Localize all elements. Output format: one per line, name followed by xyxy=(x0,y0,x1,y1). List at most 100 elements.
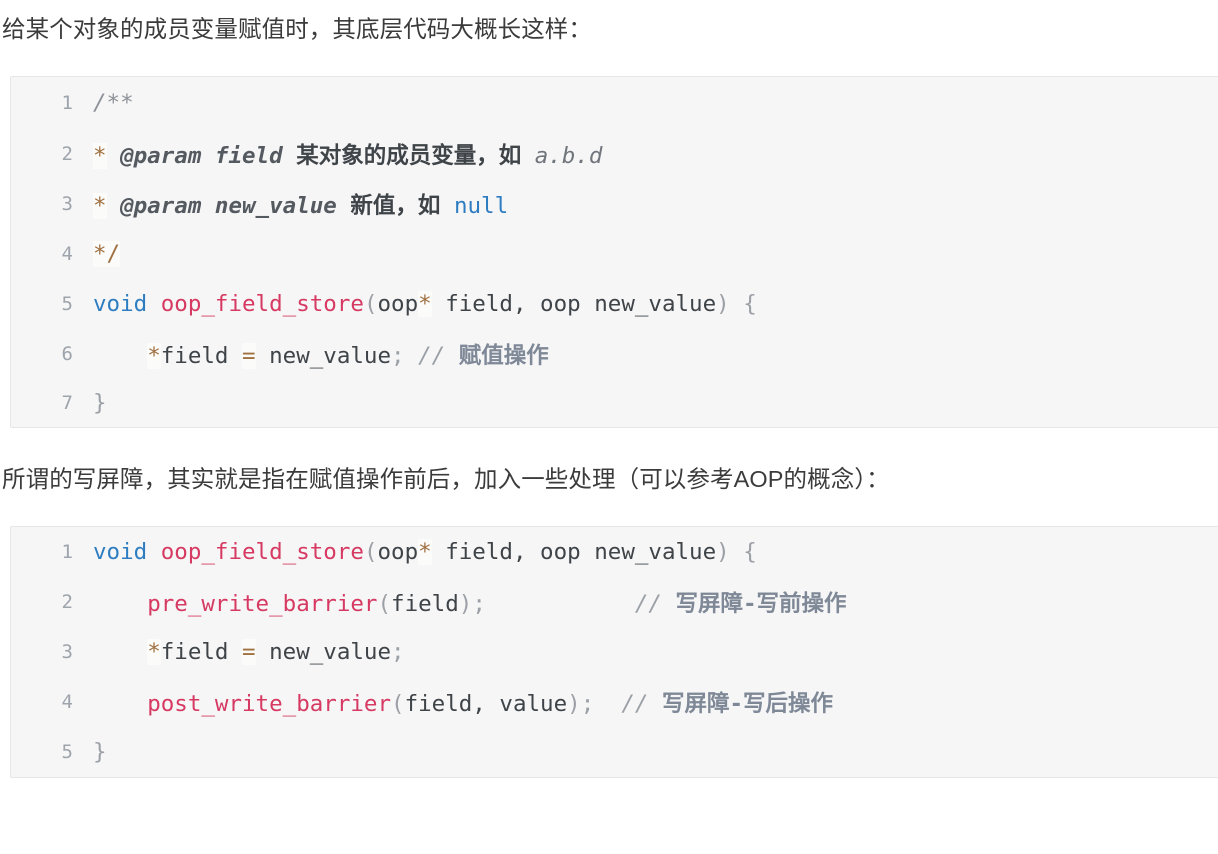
code-block-write-barrier[interactable]: 1 void oop_field_store(oop* field, oop n… xyxy=(10,526,1218,779)
code-line: 2 pre_write_barrier(field); // 写屏障-写前操作 xyxy=(11,577,1218,627)
token-paren-open: ( xyxy=(391,691,405,718)
line-number: 4 xyxy=(61,691,73,714)
line-number: 5 xyxy=(61,292,73,315)
token-paren-close: ) xyxy=(716,539,730,566)
code-content[interactable]: } xyxy=(93,379,1218,427)
token-type: oop xyxy=(377,539,419,566)
code-line: 3 * @param new_value 新值，如 null xyxy=(11,179,1218,229)
token-rhs-variable: new_value xyxy=(255,342,392,369)
token-comment-text: 写屏障-写前操作 xyxy=(675,591,847,618)
code-line: 3 *field = new_value; xyxy=(11,627,1218,677)
token-comment-text: 写屏障-写后操作 xyxy=(661,691,834,718)
token-rhs-variable: new_value xyxy=(255,639,392,666)
token-brace-open: { xyxy=(743,290,757,317)
line-number: 3 xyxy=(61,192,73,215)
token-comment-open: /** xyxy=(93,89,134,116)
token-function-name: oop_field_store xyxy=(160,290,364,317)
code-content[interactable]: */ xyxy=(93,229,1218,279)
code-content[interactable]: * @param new_value 新值，如 null xyxy=(93,179,1218,229)
line-number: 1 xyxy=(61,541,73,564)
token-comment-slashes: // xyxy=(621,691,662,718)
code-line: 7 } xyxy=(11,379,1218,427)
code-content[interactable]: *field = new_value; xyxy=(93,627,1218,677)
code-line: 4 post_write_barrier(field, value); // 写… xyxy=(11,677,1218,727)
token-paren-close: ) xyxy=(458,591,473,618)
code-content[interactable]: } xyxy=(93,727,1218,777)
token-deref-star: * xyxy=(147,639,161,666)
line-number: 2 xyxy=(61,142,73,165)
token-paren-open: ( xyxy=(363,290,378,317)
code-line: 1 void oop_field_store(oop* field, oop n… xyxy=(11,527,1218,577)
token-variable: field xyxy=(160,639,243,666)
token-brace-open: { xyxy=(743,539,757,566)
code-line: 4 */ xyxy=(11,229,1218,279)
line-number: 4 xyxy=(61,242,73,265)
code-line: 2 * @param field 某对象的成员变量，如 a.b.d xyxy=(11,129,1218,179)
paragraph-intro: 给某个对象的成员变量赋值时，其底层代码大概长这样： xyxy=(2,16,592,42)
token-comment-slashes: // xyxy=(404,342,459,369)
article-page: 给某个对象的成员变量赋值时，其底层代码大概长这样： 1 /** 2 * @par… xyxy=(0,14,1218,779)
token-semicolon: ; xyxy=(391,639,405,666)
token-doc-tag: @param field xyxy=(106,142,297,169)
code-content[interactable]: /** xyxy=(93,77,1218,129)
token-argument: field xyxy=(391,591,459,618)
token-function-call: pre_write_barrier xyxy=(147,591,378,618)
code-block-oop-field-store[interactable]: 1 /** 2 * @param field 某对象的成员变量，如 a.b.d … xyxy=(10,75,1218,428)
token-keyword-void: void xyxy=(93,539,148,566)
token-paren-open: ( xyxy=(363,539,378,566)
token-brace-close: } xyxy=(93,739,107,766)
line-number: 1 xyxy=(61,91,73,114)
token-function-name: oop_field_store xyxy=(160,539,364,566)
token-doc-star: * xyxy=(93,192,107,219)
code-content[interactable]: void oop_field_store(oop* field, oop new… xyxy=(93,527,1218,577)
code-line: 1 /** xyxy=(11,77,1218,129)
token-comment-close: */ xyxy=(93,240,121,267)
line-number: 6 xyxy=(61,342,73,365)
token-doc-cn: 新值，如 xyxy=(350,192,454,219)
token-semicolon: ; xyxy=(472,591,486,618)
code-content[interactable]: pre_write_barrier(field); // 写屏障-写前操作 xyxy=(93,577,1218,627)
token-paren-close: ) xyxy=(567,691,581,718)
code-table: 1 /** 2 * @param field 某对象的成员变量，如 a.b.d … xyxy=(11,77,1218,427)
line-number: 5 xyxy=(61,741,73,764)
token-deref-star: * xyxy=(147,342,161,369)
token-pointer-star: * xyxy=(418,539,432,566)
token-assign-operator: = xyxy=(242,639,256,666)
code-line: 5 } xyxy=(11,727,1218,777)
token-pointer-star: * xyxy=(418,290,432,317)
code-content[interactable]: * @param field 某对象的成员变量，如 a.b.d xyxy=(93,129,1218,179)
token-doc-code: a.b.d xyxy=(534,142,603,169)
token-type: oop xyxy=(377,290,419,317)
code-line: 6 *field = new_value; // 赋值操作 xyxy=(11,329,1218,379)
code-content[interactable]: *field = new_value; // 赋值操作 xyxy=(93,329,1218,379)
line-number: 3 xyxy=(61,641,73,664)
token-assign-operator: = xyxy=(242,342,256,369)
token-null-literal: null xyxy=(453,192,509,219)
token-params: field, oop new_value xyxy=(431,290,717,317)
token-argument: field, value xyxy=(404,691,568,718)
token-doc-tag: @param new_value xyxy=(106,192,351,219)
token-semicolon: ; xyxy=(580,691,595,718)
line-number: 2 xyxy=(61,591,73,614)
code-line: 5 void oop_field_store(oop* field, oop n… xyxy=(11,279,1218,329)
token-gap xyxy=(486,591,635,617)
code-content[interactable]: post_write_barrier(field, value); // 写屏障… xyxy=(93,677,1218,727)
token-comment-text: 赋值操作 xyxy=(458,342,549,369)
token-params: field, oop new_value xyxy=(431,539,717,566)
token-comment-slashes: // xyxy=(634,591,676,618)
token-paren-open: ( xyxy=(377,591,392,618)
token-function-call: post_write_barrier xyxy=(147,691,392,718)
token-gap xyxy=(594,691,621,717)
code-table: 1 void oop_field_store(oop* field, oop n… xyxy=(11,527,1218,777)
token-semicolon: ; xyxy=(391,342,405,369)
line-number: 7 xyxy=(61,391,73,414)
token-brace-close: } xyxy=(93,389,107,416)
token-doc-cn: 某对象的成员变量，如 xyxy=(296,142,535,169)
code-content[interactable]: void oop_field_store(oop* field, oop new… xyxy=(93,279,1218,329)
token-doc-star: * xyxy=(93,142,107,169)
token-variable: field xyxy=(160,342,243,369)
